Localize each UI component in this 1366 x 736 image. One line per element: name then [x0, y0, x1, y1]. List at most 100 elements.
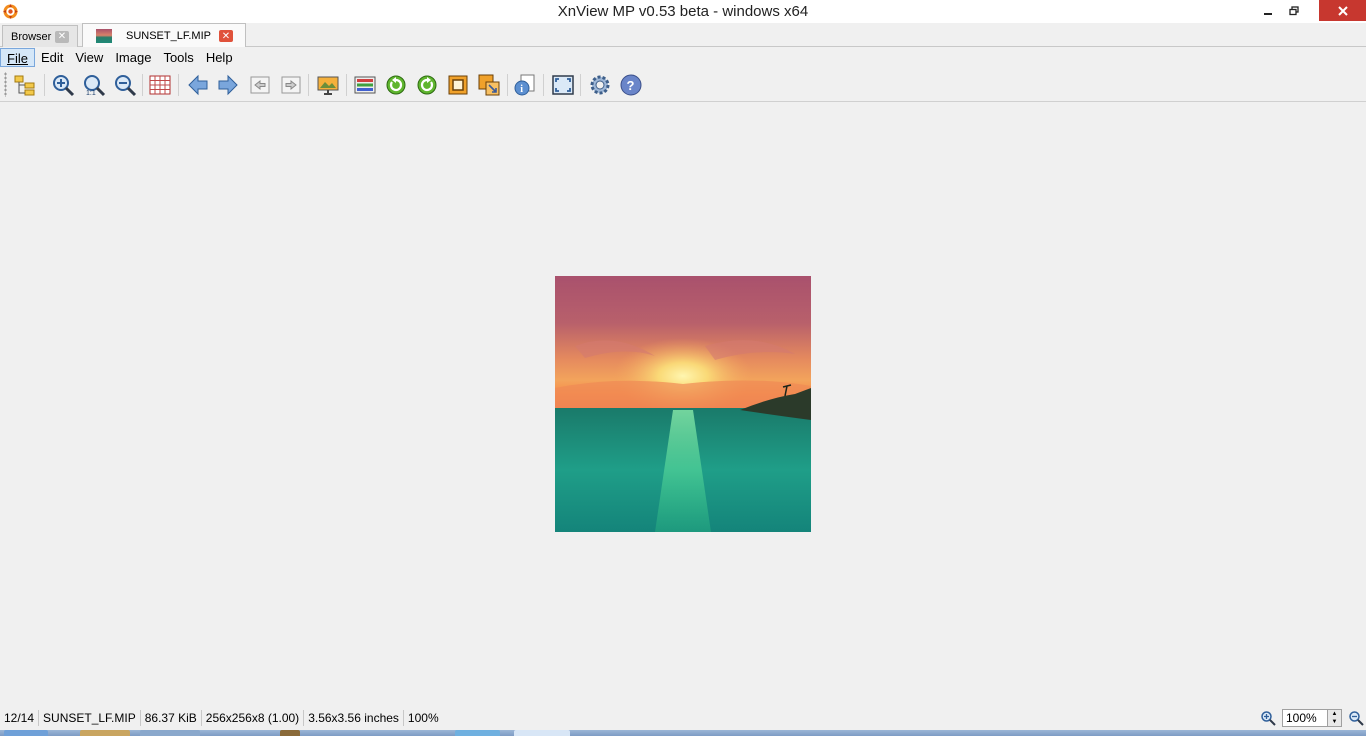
spin-down-icon[interactable]: ▼ [1332, 719, 1338, 725]
os-taskbar [0, 730, 1366, 736]
status-dimensions: 256x256x8 (1.00) [202, 710, 305, 726]
slideshow-icon [317, 76, 339, 95]
previous-icon [188, 74, 208, 96]
menu-edit[interactable]: Edit [35, 48, 69, 67]
tab-browser-close-icon[interactable]: ✕ [55, 30, 69, 43]
title-bar: XnView MP v0.53 beta - windows x64 [0, 0, 1366, 23]
toolbar-separator [142, 74, 143, 96]
fullscreen-button[interactable] [550, 72, 576, 98]
taskbar-item[interactable] [80, 730, 130, 736]
zoom-input[interactable]: 100% [1282, 709, 1328, 727]
status-print-size: 3.56x3.56 inches [304, 710, 404, 726]
taskbar-item[interactable] [140, 730, 200, 736]
toolbar-separator [346, 74, 347, 96]
taskbar-item[interactable] [280, 730, 300, 736]
status-zoom-out-icon[interactable] [1348, 710, 1364, 726]
adjust-button[interactable] [352, 72, 378, 98]
rotate-right-icon [417, 75, 437, 95]
restore-icon [1289, 5, 1299, 15]
help-icon: ? [620, 74, 642, 96]
rotate-left-button[interactable] [383, 72, 409, 98]
menu-help[interactable]: Help [200, 48, 239, 67]
status-zoom-in-icon[interactable] [1260, 710, 1276, 726]
zoom-actual-button[interactable]: 1:1 [81, 72, 107, 98]
rotate-left-icon [386, 75, 406, 95]
zoom-control: 100% ▲ ▼ [1260, 708, 1366, 728]
zoom-out-icon [115, 75, 137, 97]
spin-up-icon[interactable]: ▲ [1332, 711, 1338, 717]
previous-button[interactable] [185, 72, 211, 98]
minimize-button[interactable] [1255, 0, 1281, 21]
tab-image-label: SUNSET_LF.MIP [126, 30, 211, 42]
status-filename: SUNSET_LF.MIP [39, 710, 141, 726]
status-filesize: 86.37 KiB [141, 710, 202, 726]
info-icon: i [514, 74, 535, 96]
rotate-right-button[interactable] [414, 72, 440, 98]
status-bar: 12/14 SUNSET_LF.MIP 86.37 KiB 256x256x8 … [0, 706, 1366, 730]
toolbar-grip[interactable] [4, 72, 7, 97]
taskbar-item[interactable] [4, 730, 48, 736]
next-icon [218, 74, 238, 96]
zoom-spinner[interactable]: ▲ ▼ [1328, 709, 1342, 727]
zoom-in-button[interactable] [50, 72, 76, 98]
help-button[interactable]: ? [618, 72, 644, 98]
menu-image[interactable]: Image [109, 48, 157, 67]
window-title: XnView MP v0.53 beta - windows x64 [557, 3, 809, 20]
next-button[interactable] [215, 72, 241, 98]
grid-icon [149, 75, 171, 95]
menu-view[interactable]: View [69, 48, 109, 67]
toolbar-separator [507, 74, 508, 96]
image-thumbnail-icon [96, 29, 112, 43]
last-page-button[interactable] [278, 72, 304, 98]
zoom-in-icon [53, 75, 75, 97]
status-zoom: 100% [407, 711, 439, 725]
first-page-button[interactable] [247, 72, 273, 98]
tab-browser-label: Browser [11, 30, 52, 43]
toolbar: 1:1 i ? [0, 68, 1366, 102]
menu-bar: File Edit View Image Tools Help [0, 47, 1366, 67]
grid-button[interactable] [147, 72, 173, 98]
restore-button[interactable] [1281, 0, 1307, 21]
browse-tree-icon [14, 75, 35, 96]
tab-bar: Browser ✕ SUNSET_LF.MIP ✕ [0, 23, 1366, 48]
svg-text:i: i [520, 84, 523, 95]
image-viewer[interactable] [0, 103, 1366, 706]
menu-file[interactable]: File [0, 47, 35, 67]
last-page-icon [281, 76, 301, 94]
xnview-logo-icon[interactable] [2, 3, 19, 20]
tab-image[interactable]: SUNSET_LF.MIP ✕ [82, 23, 246, 48]
browse-tree-button[interactable] [12, 72, 38, 98]
settings-button[interactable] [587, 72, 613, 98]
taskbar-item-active[interactable] [514, 730, 570, 736]
close-button[interactable] [1319, 0, 1366, 21]
toolbar-separator [580, 74, 581, 96]
tab-browser[interactable]: Browser ✕ [2, 25, 78, 47]
svg-text:?: ? [627, 78, 635, 93]
tab-image-close-icon[interactable]: ✕ [219, 30, 233, 42]
toolbar-separator [308, 74, 309, 96]
sunset-image[interactable] [555, 276, 811, 532]
toolbar-separator [543, 74, 544, 96]
taskbar-item[interactable] [455, 730, 500, 736]
crop-icon [448, 75, 468, 95]
window-controls [1255, 0, 1366, 21]
minimize-icon [1264, 12, 1272, 15]
first-page-icon [250, 76, 270, 94]
close-icon [1337, 5, 1348, 16]
settings-icon [590, 75, 610, 95]
resize-button[interactable] [476, 72, 502, 98]
toolbar-separator [178, 74, 179, 96]
fullscreen-icon [552, 75, 574, 95]
status-index: 12/14 [0, 710, 40, 726]
svg-text:1:1: 1:1 [86, 90, 96, 97]
adjust-icon [354, 76, 376, 94]
window-spacer [1307, 0, 1319, 21]
resize-icon [478, 74, 500, 96]
menu-tools[interactable]: Tools [157, 48, 199, 67]
toolbar-separator [44, 74, 45, 96]
info-button[interactable]: i [512, 72, 538, 98]
zoom-out-button[interactable] [112, 72, 138, 98]
crop-button[interactable] [445, 72, 471, 98]
zoom-actual-icon: 1:1 [84, 75, 106, 97]
slideshow-button[interactable] [315, 72, 341, 98]
